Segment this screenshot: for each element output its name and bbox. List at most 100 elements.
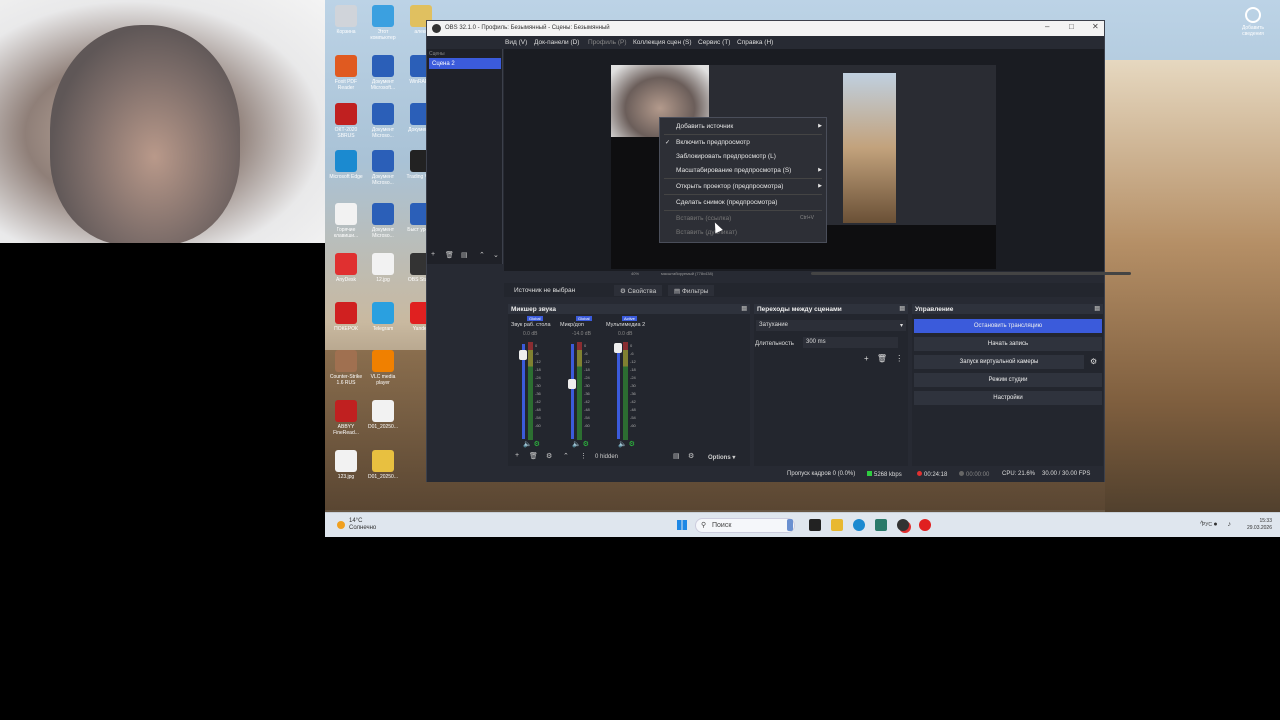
remove-source-icon[interactable]: 🗑 — [529, 452, 538, 460]
desktop-icon[interactable]: Корзина — [328, 5, 364, 35]
top-right-widget[interactable]: Добавить сведения — [1233, 7, 1273, 37]
menu-help[interactable]: Справка (H) — [737, 39, 773, 46]
desktop-icon[interactable]: ОКТ-2020 SBRUS — [328, 103, 364, 139]
desktop-icon[interactable]: AnyDesk — [328, 253, 364, 283]
menu-screenshot-preview[interactable]: Сделать снимок (предпросмотра) — [660, 196, 826, 208]
desktop-icon[interactable]: D01_20250... — [365, 400, 401, 430]
task-view-icon[interactable] — [809, 519, 821, 531]
obs-taskbar-icon[interactable] — [897, 519, 909, 531]
transition-select[interactable]: Затухание ▾ — [756, 320, 906, 331]
minimize-icon[interactable]: – — [1045, 22, 1049, 31]
desktop-icon[interactable]: D01_20250... — [365, 450, 401, 480]
speaker-icon[interactable]: 🔈 — [523, 441, 532, 448]
menu-lock-preview[interactable]: Заблокировать предпросмотр (L) — [660, 150, 826, 162]
menu-scene-collection[interactable]: Коллекция сцен (S) — [633, 39, 692, 46]
scene-down-icon[interactable]: ⌄ — [493, 251, 499, 259]
properties-button[interactable]: ⚙ Свойства — [614, 285, 663, 296]
desktop-icon[interactable]: Документ Microsoft... — [365, 55, 401, 91]
desktop-icon[interactable]: ПОКЕРОК — [328, 302, 364, 332]
virtual-camera-button[interactable]: Запуск виртуальной камеры — [914, 355, 1084, 369]
mixer-gear-icon[interactable]: ⚙ — [688, 452, 694, 460]
volume-knob[interactable] — [568, 379, 576, 389]
filters-button[interactable]: ▤ Фильтры — [668, 285, 715, 296]
virtual-camera-settings-icon[interactable]: ⚙ — [1090, 357, 1097, 366]
close-icon[interactable]: ✕ — [1092, 22, 1099, 31]
channel-name[interactable]: Звук раб. стола — [511, 322, 561, 328]
desktop-icon[interactable]: Документ Microso... — [365, 103, 401, 139]
file-explorer-icon[interactable] — [831, 519, 843, 531]
desktop-icon[interactable]: Горячие клавиши... — [328, 203, 364, 239]
volume-knob[interactable] — [614, 343, 622, 353]
channel-name[interactable]: Микр/доп — [560, 322, 610, 328]
preview-scale-label[interactable]: масштабируемый (778x438) — [661, 271, 713, 276]
dock-icon[interactable]: ▤ — [1094, 305, 1100, 312]
desktop-icon[interactable]: Counter-Strike 1.6 RUS — [328, 350, 364, 386]
remove-transition-icon[interactable]: 🗑 — [877, 354, 887, 363]
add-transition-icon[interactable]: + — [864, 354, 869, 363]
scene-item-selected[interactable]: Сцена 2 — [429, 58, 501, 69]
desktop-icon[interactable]: Microsoft Edge — [328, 150, 364, 180]
menu-paste-ref[interactable]: Вставить (ссылка) Ctrl+V — [660, 212, 826, 224]
scene-up-icon[interactable]: ⌃ — [479, 251, 485, 259]
settings-icon[interactable]: ⚙ — [629, 441, 635, 448]
volume-slider[interactable] — [571, 344, 574, 439]
preview-zoom[interactable]: 40% — [631, 271, 639, 276]
source-more-icon[interactable]: ⋮ — [580, 452, 587, 460]
desktop-icon[interactable]: 12.jpg — [365, 253, 401, 283]
dock-icon[interactable]: ▤ — [899, 305, 905, 312]
remove-scene-icon[interactable]: 🗑 — [445, 251, 454, 259]
preview-scale-bar[interactable]: 40% масштабируемый (778x438) — [611, 271, 1131, 277]
channel-name[interactable]: Мультимедиа 2 — [606, 322, 656, 328]
yandex-icon[interactable] — [919, 519, 931, 531]
desktop-icon[interactable]: Foxit PDF Reader — [328, 55, 364, 91]
desktop-icon[interactable]: Telegram — [365, 302, 401, 332]
widgets-icon[interactable] — [787, 519, 793, 531]
duration-input[interactable]: 300 ms — [803, 337, 898, 348]
source-up-icon[interactable]: ⌃ — [563, 452, 569, 460]
menu-docks[interactable]: Док-панели (D) — [534, 39, 579, 46]
menu-tools[interactable]: Сервис (T) — [698, 39, 730, 46]
source-settings-icon[interactable]: ⚙ — [546, 452, 552, 460]
dock-icon[interactable]: ▤ — [741, 305, 747, 312]
obs-titlebar[interactable]: OBS 32.1.0 - Профиль: Безымянный - Сцены… — [427, 21, 1104, 36]
menu-profile[interactable]: Профиль (P) — [588, 39, 627, 46]
taskbar-search[interactable]: ⚲ Поиск — [695, 518, 795, 533]
menu-paste-dup[interactable]: Вставить (дубликат) — [660, 226, 826, 238]
store-icon[interactable] — [875, 519, 887, 531]
desktop-icon[interactable]: VLC media player — [365, 350, 401, 386]
speaker-icon[interactable]: 🔈 — [572, 441, 581, 448]
desktop-icon[interactable]: Документ Microso... — [365, 150, 401, 186]
scene-filter-icon[interactable]: ▤ — [461, 251, 468, 259]
settings-icon[interactable]: ⚙ — [534, 441, 540, 448]
menu-enable-preview[interactable]: ✓ Включить предпросмотр — [660, 136, 826, 148]
desktop-icon[interactable]: Документ Microso... — [365, 203, 401, 239]
windows-start-icon[interactable] — [677, 520, 687, 530]
edge-icon[interactable] — [853, 519, 865, 531]
menu-view[interactable]: Вид (V) — [505, 39, 527, 46]
add-source-icon[interactable]: + — [515, 452, 519, 459]
settings-button[interactable]: Настройки — [914, 391, 1102, 405]
desktop-icon[interactable]: ABBYY FineRead... — [328, 400, 364, 436]
transition-more-icon[interactable]: ⋮ — [895, 354, 903, 363]
preview-scrollbar[interactable] — [811, 272, 1131, 275]
menu-open-projector[interactable]: Открыть проектор (предпросмотра) ▶ — [660, 180, 826, 192]
mixer-options-button[interactable]: Options ▾ — [708, 454, 735, 461]
menu-add-source[interactable]: Добавить источник ▶ — [660, 120, 826, 132]
add-scene-icon[interactable]: + — [431, 251, 435, 258]
tray-language[interactable]: РУС — [1202, 522, 1212, 528]
hidden-count[interactable]: 0 hidden — [595, 454, 618, 460]
desktop-icon[interactable]: 123.jpg — [328, 450, 364, 480]
studio-mode-button[interactable]: Режим студии — [914, 373, 1102, 387]
speaker-icon[interactable]: 🔈 — [618, 441, 627, 448]
weather-widget[interactable]: 14°C Солнечно — [349, 518, 376, 532]
menu-scale-preview[interactable]: Масштабирование предпросмотра (S) ▶ — [660, 164, 826, 176]
volume-knob[interactable] — [519, 350, 527, 360]
mixer-layout-icon[interactable]: ▤ — [673, 452, 680, 460]
volume-slider[interactable] — [617, 344, 620, 439]
settings-icon[interactable]: ⚙ — [583, 441, 589, 448]
start-recording-button[interactable]: Начать запись — [914, 337, 1102, 351]
desktop-icon[interactable]: Этот компьютер — [365, 5, 401, 41]
maximize-icon[interactable]: □ — [1069, 22, 1074, 31]
stop-stream-button[interactable]: Остановить трансляцию — [914, 319, 1102, 333]
clock[interactable]: 15:33 29.03.2026 — [1247, 518, 1272, 532]
